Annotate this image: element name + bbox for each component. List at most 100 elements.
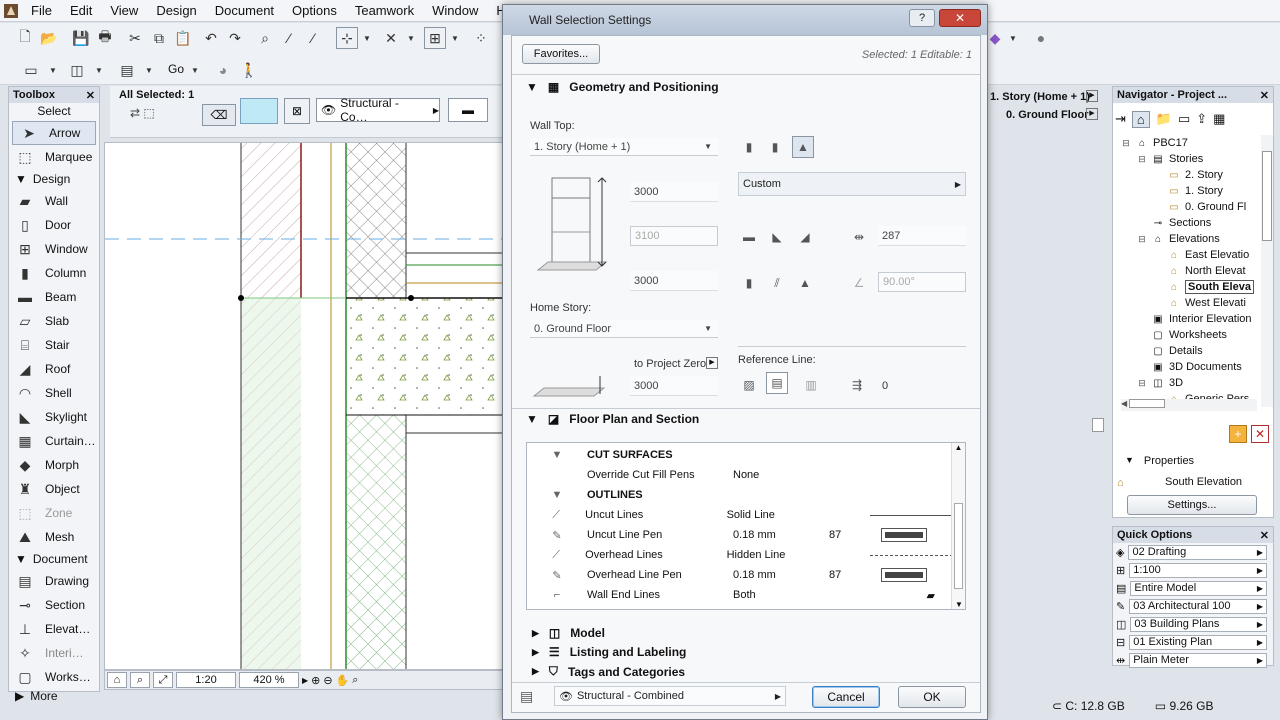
properties-header[interactable]: ▼ Properties: [1125, 455, 1194, 467]
tree-node[interactable]: ▣ 3D Documents: [1113, 359, 1261, 375]
tool-zone[interactable]: ⬚ Zone: [9, 501, 99, 525]
wall-trapezoid-shape-icon[interactable]: ◣: [766, 226, 788, 248]
reference-inside-icon[interactable]: ▥: [800, 374, 822, 396]
model-view-select[interactable]: 03 Building Plans ▶: [1130, 616, 1267, 632]
fit-icon[interactable]: ⤢: [153, 672, 173, 688]
renovation-filter-select[interactable]: 01 Existing Plan ▶: [1129, 634, 1267, 650]
scroll-thumb[interactable]: [954, 503, 963, 589]
pick-up-icon[interactable]: ⁄: [278, 27, 300, 49]
new-icon[interactable]: 🗋: [14, 27, 36, 49]
wall-profile-icon[interactable]: ▲: [792, 136, 814, 158]
wall-top-select[interactable]: 1. Story (Home + 1) ▼: [530, 138, 718, 156]
copy-icon[interactable]: ⧉: [148, 27, 170, 49]
scroll-thumb[interactable]: [1092, 418, 1104, 432]
grid-snap-icon[interactable]: ⊞: [424, 27, 446, 49]
scale-field[interactable]: 1:20: [176, 672, 236, 688]
drawing-canvas[interactable]: [104, 142, 504, 670]
wall-double-slanted-icon[interactable]: ▲: [794, 272, 816, 294]
app-logo-icon[interactable]: [0, 1, 22, 21]
settings-button[interactable]: Settings...: [1127, 495, 1257, 515]
zoom-out-icon[interactable]: ⊖: [323, 674, 332, 687]
chevron-down-icon[interactable]: ▼: [406, 27, 416, 49]
folder-icon[interactable]: 📁: [1156, 111, 1172, 127]
ok-button[interactable]: OK: [898, 686, 966, 708]
tool-door[interactable]: ▯ Door: [9, 213, 99, 237]
wall-straight-icon[interactable]: ▮: [738, 136, 760, 158]
close-icon[interactable]: ✕: [86, 89, 95, 102]
tree-node[interactable]: ⊟ ⌂ PBC17: [1113, 135, 1261, 151]
save-icon[interactable]: 💾: [70, 27, 92, 49]
zoom-icon[interactable]: ⌕: [130, 672, 150, 688]
chevron-up-icon[interactable]: ▲: [952, 443, 965, 452]
to-project-zero-label[interactable]: to Project Zero: [634, 358, 706, 370]
wall-height-field[interactable]: 3100: [630, 226, 718, 246]
toggle-icon[interactable]: ⊟: [1137, 378, 1147, 389]
tags-section-header[interactable]: ▶ ⛉ Tags and Categories: [532, 664, 685, 679]
chevron-down-icon[interactable]: ▼: [190, 59, 200, 81]
tool-morph[interactable]: ◆ Morph: [9, 453, 99, 477]
angle-field[interactable]: 90.00°: [878, 272, 966, 292]
geometry-method-icon[interactable]: ⇄ ⬚: [130, 106, 200, 124]
tree-node[interactable]: ▢ Details: [1113, 343, 1261, 359]
grid-view-icon[interactable]: ▦: [1213, 111, 1225, 127]
pen-swatch[interactable]: [881, 528, 927, 542]
inject-icon[interactable]: ⁄: [302, 27, 324, 49]
toggle-icon[interactable]: ⊟: [1137, 154, 1147, 165]
tool-marquee[interactable]: ⬚ Marquee: [9, 145, 99, 169]
top-story-label[interactable]: 1. Story (Home + 1): [990, 91, 1090, 103]
reference-offset-value[interactable]: 0: [882, 380, 888, 392]
view-map-icon[interactable]: ⌂: [1131, 110, 1150, 128]
triangle-right-icon[interactable]: ▶: [1086, 90, 1098, 102]
cut-surfaces-group[interactable]: ▼ CUT SURFACES: [527, 445, 963, 465]
guide-icon[interactable]: ✕: [380, 27, 402, 49]
project-map-icon[interactable]: ⇥: [1115, 111, 1126, 127]
reference-offset-icon[interactable]: ⇶: [846, 374, 868, 396]
group-document[interactable]: ▼ Document: [9, 549, 99, 569]
wall-height-bottom-field[interactable]: 3000: [630, 271, 718, 291]
scale-select[interactable]: 1:100 ▶: [1129, 562, 1267, 578]
toggle-icon[interactable]: ⊟: [1137, 234, 1147, 245]
model-section-header[interactable]: ▶ ◫ Model: [532, 626, 605, 640]
home-story-label[interactable]: 0. Ground Floor: [1006, 109, 1089, 121]
tree-node[interactable]: ⌂ North Elevat: [1113, 263, 1261, 279]
tool-wall[interactable]: ▰ Wall: [9, 189, 99, 213]
tree-node[interactable]: ⊸ Sections: [1113, 215, 1261, 231]
tool-interior-elevation[interactable]: ✧ Interi…: [9, 641, 99, 665]
toggle-icon[interactable]: ⊟: [1121, 138, 1131, 149]
pan-icon[interactable]: ✋: [336, 674, 350, 687]
chevron-down-icon[interactable]: ▼: [362, 27, 372, 49]
reference-outside-icon[interactable]: ▨: [738, 374, 760, 396]
triangle-right-icon[interactable]: ▶: [706, 357, 718, 369]
tree-node[interactable]: ▢ Worksheets: [1113, 327, 1261, 343]
print-icon[interactable]: 🖶: [94, 27, 116, 49]
floor-plan-view-icon[interactable]: ▭: [20, 59, 42, 81]
tool-slab[interactable]: ▱ Slab: [9, 309, 99, 333]
outlines-group[interactable]: ▼ OUTLINES: [527, 485, 963, 505]
3d-view-icon[interactable]: ◫: [66, 59, 88, 81]
delete-icon[interactable]: ✕: [1251, 425, 1269, 443]
menu-edit[interactable]: Edit: [61, 3, 101, 18]
find-select-icon[interactable]: ⌕: [254, 27, 276, 49]
fill-swatch[interactable]: [240, 98, 278, 124]
group-design[interactable]: ▼ Design: [9, 169, 99, 189]
floor-plan-section-header[interactable]: ▼ ◪ Floor Plan and Section: [526, 412, 699, 426]
fit-window-icon[interactable]: ⌕: [352, 674, 358, 687]
chevron-down-icon[interactable]: ▼: [1008, 27, 1018, 49]
publisher-icon[interactable]: ⇪: [1196, 111, 1207, 127]
tree-node[interactable]: ▣ Interior Elevation: [1113, 311, 1261, 327]
layer-select[interactable]: 👁 Structural - Combined ▶: [554, 686, 786, 706]
listing-section-header[interactable]: ▶ ☰ Listing and Labeling: [532, 645, 686, 659]
tool-curtain-wall[interactable]: ▦ Curtain…: [9, 429, 99, 453]
layer-select[interactable]: 👁 Structural - Co… ▶: [316, 96, 440, 124]
chevron-down-icon[interactable]: ▼: [952, 600, 965, 609]
tree-hscrollbar[interactable]: ◀: [1121, 399, 1257, 411]
tree-node[interactable]: ⊟ ▤ Stories: [1113, 151, 1261, 167]
wall-height-top-field[interactable]: 3000: [630, 182, 718, 202]
menu-teamwork[interactable]: Teamwork: [346, 3, 423, 18]
wall-straight-shape-icon[interactable]: ▬: [738, 226, 760, 248]
go-menu[interactable]: Go: [168, 62, 184, 76]
tool-section[interactable]: ⊸ Section: [9, 593, 99, 617]
layout-book-icon[interactable]: ▭: [1178, 111, 1190, 127]
tree-node[interactable]: ▭ 1. Story: [1113, 183, 1261, 199]
cut-icon[interactable]: ✂: [124, 27, 146, 49]
